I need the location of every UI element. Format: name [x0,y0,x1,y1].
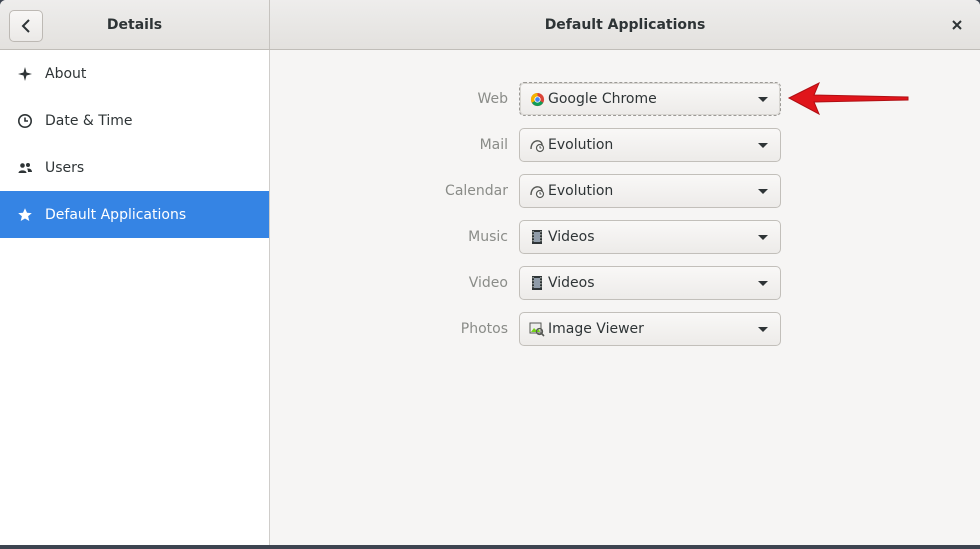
clock-icon [16,112,33,129]
selected-app-name: Videos [548,275,595,291]
main-header: Default Applications [270,0,980,49]
row-label: Music [468,229,508,245]
selected-app-name: Evolution [548,183,614,199]
default-row-music: Music Videos [270,220,980,254]
default-row-video: Video Videos [270,266,980,300]
default-row-calendar: Calendar Evolution [270,174,980,208]
row-label: Photos [460,321,508,337]
selected-app-name: Image Viewer [548,321,644,337]
selected-app-name: Google Chrome [548,91,657,107]
row-label: Video [468,275,508,291]
chevron-down-icon [758,235,768,240]
header-bar: Details Default Applications [0,0,980,50]
star-icon [16,206,33,223]
sidebar-item-label: Users [45,159,85,176]
default-row-mail: Mail Evolution [270,128,980,162]
sidebar-item-label: Default Applications [45,206,187,223]
videos-icon [529,229,545,245]
image-viewer-icon [529,321,545,337]
chevron-down-icon [758,327,768,332]
row-label: Web [477,91,508,107]
sidebar: About Date & Time Users Default Applicat… [0,50,270,545]
settings-window: Details Default Applications About Date … [0,0,980,545]
sidebar-item-label: Date & Time [45,112,133,129]
chevron-down-icon [758,189,768,194]
sidebar-item-users[interactable]: Users [0,144,269,191]
chrome-icon [529,91,545,107]
calendar-app-dropdown[interactable]: Evolution [519,174,781,208]
photos-app-dropdown[interactable]: Image Viewer [519,312,781,346]
music-app-dropdown[interactable]: Videos [519,220,781,254]
evolution-icon [529,137,545,153]
back-button[interactable] [9,10,43,42]
videos-icon [529,275,545,291]
sidebar-item-about[interactable]: About [0,50,269,97]
default-applications-panel: Web Google Chrome Mail Evolution Calenda… [270,50,980,545]
chevron-down-icon [758,143,768,148]
sidebar-item-default-applications[interactable]: Default Applications [0,191,269,238]
close-button[interactable] [944,12,970,38]
web-app-dropdown[interactable]: Google Chrome [519,82,781,116]
sidebar-item-label: About [45,65,87,82]
default-row-photos: Photos Image Viewer [270,312,980,346]
chevron-down-icon [758,281,768,286]
selected-app-name: Evolution [548,137,614,153]
users-icon [16,159,33,176]
row-label: Mail [479,137,508,153]
chevron-down-icon [758,97,768,102]
red-arrow-icon [787,81,909,116]
mail-app-dropdown[interactable]: Evolution [519,128,781,162]
sparkle-icon [16,65,33,82]
row-label: Calendar [445,183,508,199]
page-title: Default Applications [544,16,706,33]
sidebar-item-date-time[interactable]: Date & Time [0,97,269,144]
video-app-dropdown[interactable]: Videos [519,266,781,300]
selected-app-name: Videos [548,229,595,245]
chevron-left-icon [21,19,30,33]
evolution-icon [529,183,545,199]
sidebar-header: Details [0,0,270,49]
close-icon [952,20,962,30]
sidebar-title: Details [106,16,163,33]
